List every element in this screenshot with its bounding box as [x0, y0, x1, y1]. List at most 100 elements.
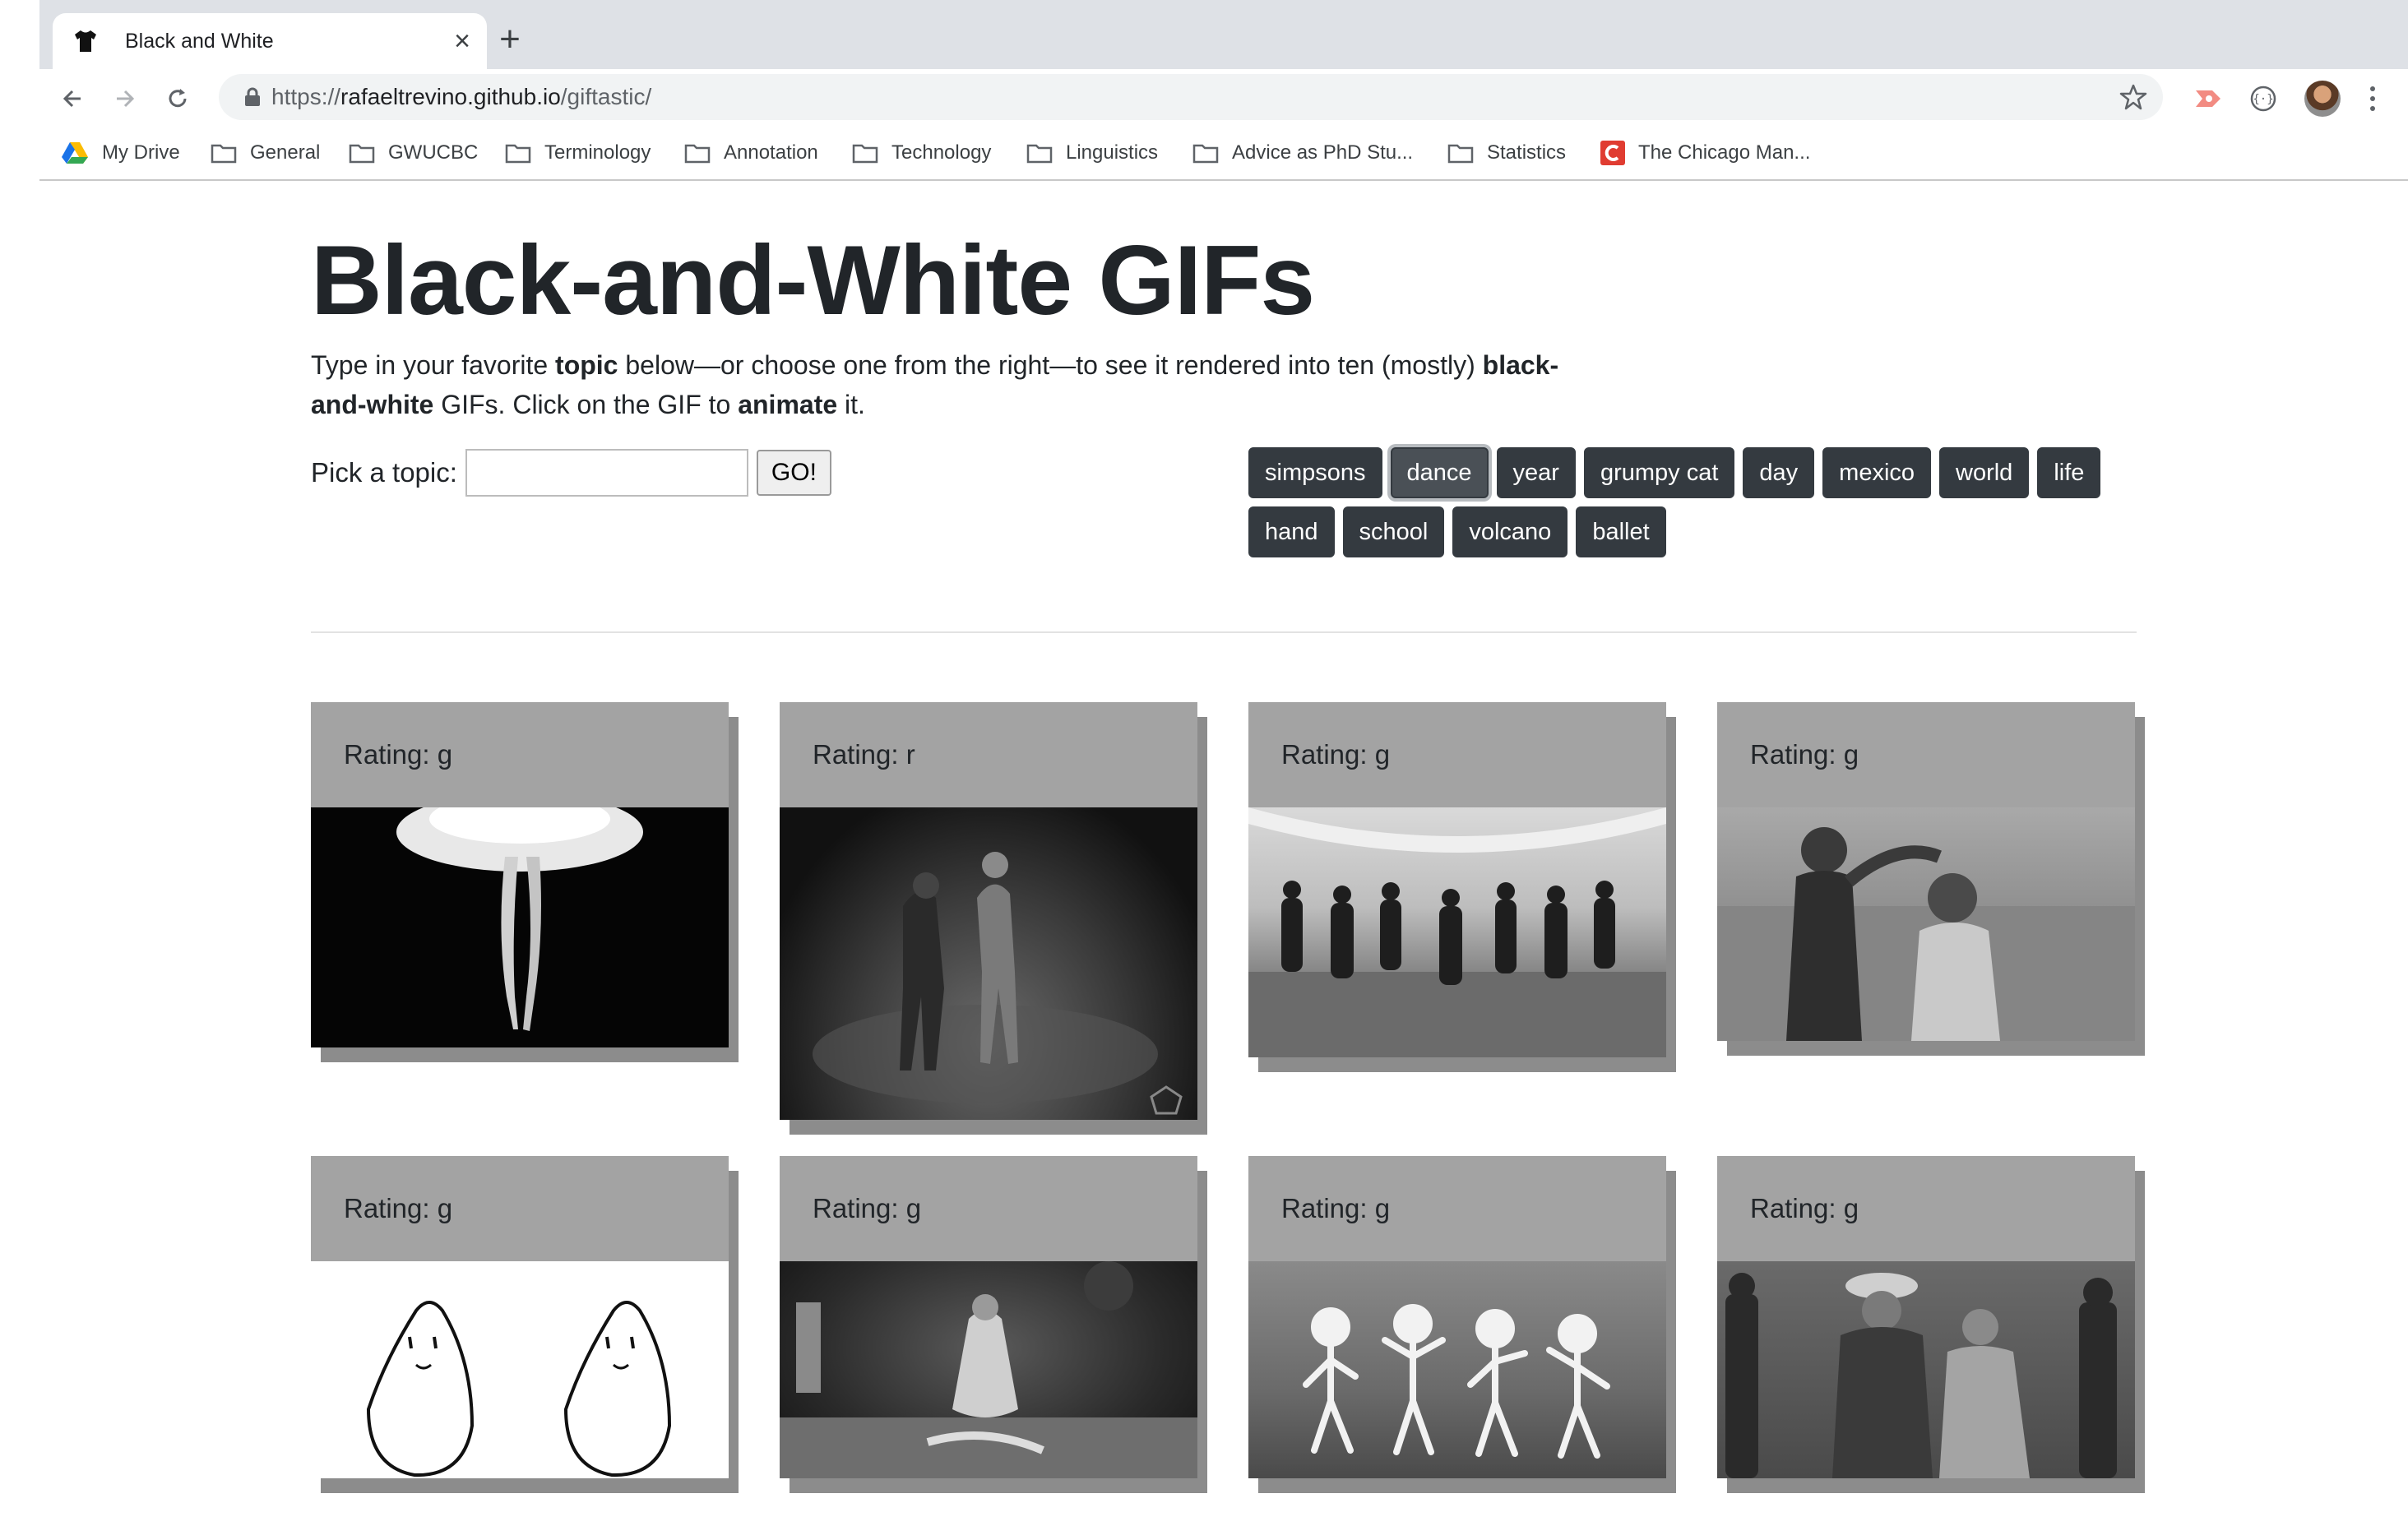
page-title: Black-and-White GIFs [311, 225, 1315, 335]
bookmark-label: My Drive [102, 141, 180, 164]
card-rating: Rating: g [1248, 1156, 1666, 1261]
bookmark-label: Annotation [724, 141, 818, 164]
profile-avatar[interactable] [2304, 81, 2341, 117]
topic-button-grumpy-cat[interactable]: grumpy cat [1583, 447, 1735, 498]
topic-button-year[interactable]: year [1496, 447, 1576, 498]
forward-arrow-icon[interactable] [107, 81, 143, 117]
card-rating: Rating: r [780, 702, 1197, 807]
tab-active[interactable]: Black and White × [53, 13, 487, 69]
url-text: https://rafaeltrevino.github.io/giftasti… [271, 84, 651, 110]
bookmark-folder-technology[interactable]: Technology [852, 136, 991, 169]
bookmark-folder-gwucbc[interactable]: GWUCBC [349, 136, 478, 169]
bookmark-folder-linguistics[interactable]: Linguistics [1026, 136, 1158, 169]
lock-icon [245, 87, 260, 106]
intro-part: GIFs. Click on the GIF to [433, 390, 739, 419]
gif-card[interactable]: Rating: g [1248, 1156, 1666, 1478]
bookmark-folder-general[interactable]: General [211, 136, 320, 169]
topic-button-mexico[interactable]: mexico [1822, 447, 1932, 498]
reload-icon[interactable] [160, 81, 196, 117]
bookmark-folder-annotation[interactable]: Annotation [684, 136, 818, 169]
address-bar[interactable]: https://rafaeltrevino.github.io/giftasti… [219, 74, 2163, 120]
cast-extension-icon[interactable] [2191, 81, 2227, 117]
browser-toolbar: https://rafaeltrevino.github.io/giftasti… [39, 69, 2408, 127]
folder-icon [505, 144, 531, 164]
topic-buttons: simpsons dance year grumpy cat day mexic… [1248, 447, 2120, 557]
new-tab-plus-icon[interactable]: + [490, 21, 530, 61]
card-rating: Rating: g [311, 702, 729, 807]
folder-icon [211, 144, 237, 164]
google-drive-icon [62, 142, 88, 164]
gif-image-old-film-crowd-dance[interactable] [1717, 1261, 2135, 1478]
card-rating: Rating: g [311, 1156, 729, 1261]
gif-card[interactable]: Rating: g [311, 1156, 729, 1478]
chicago-manual-icon [1600, 141, 1625, 165]
folder-icon [1026, 144, 1053, 164]
topic-button-ballet[interactable]: ballet [1576, 506, 1666, 557]
tab-title: Black and White [125, 30, 274, 53]
gif-image-couple-dancing-spotlight[interactable] [780, 807, 1197, 1120]
tshirt-icon [75, 30, 96, 52]
gif-image-flapper-dance-hall[interactable] [1248, 807, 1666, 1057]
topic-button-volcano[interactable]: volcano [1452, 506, 1568, 557]
bookmark-label: General [250, 141, 321, 164]
page-content: Black-and-White GIFs Type in your favori… [39, 181, 2408, 1526]
section-divider [311, 631, 2137, 633]
bookmark-label: Technology [891, 141, 992, 164]
folder-icon [1192, 144, 1219, 164]
pick-topic-label: Pick a topic: [311, 457, 457, 488]
folder-icon [684, 144, 711, 164]
card-rating: Rating: g [780, 1156, 1197, 1261]
gif-image-cartoon-potatoes-dancing[interactable] [311, 1261, 729, 1478]
topic-button-simpsons[interactable]: simpsons [1248, 447, 1382, 498]
close-tab-icon[interactable]: × [446, 25, 479, 58]
gif-card[interactable]: Rating: g [1717, 1156, 2135, 1478]
card-rating: Rating: g [1248, 702, 1666, 807]
bookmark-folder-terminology[interactable]: Terminology [505, 136, 651, 169]
intro-part: below—or choose one from the right—to se… [618, 350, 1483, 380]
more-menu-icon[interactable] [2360, 81, 2385, 117]
gif-image-vintage-stage-dancer[interactable] [780, 1261, 1197, 1478]
gif-image-dancing-skeletons[interactable] [1248, 1261, 1666, 1478]
gif-card[interactable]: Rating: g [780, 1156, 1197, 1478]
intro-text: Type in your favorite topic below—or cho… [311, 345, 1594, 424]
topic-form: Pick a topic: GO! [311, 449, 831, 497]
gif-image-ballet-dancer-legs[interactable] [311, 807, 729, 1047]
bookmark-label: Advice as PhD Stu... [1232, 141, 1414, 164]
gif-card[interactable]: Rating: g [311, 702, 729, 1047]
gif-card[interactable]: Rating: r [780, 702, 1197, 1120]
code-extension-icon[interactable]: {·} [2245, 81, 2281, 117]
bookmark-my-drive[interactable]: My Drive [61, 136, 180, 169]
bookmark-label: GWUCBC [388, 141, 479, 164]
bookmark-chicago-manual[interactable]: The Chicago Man... [1600, 136, 1810, 169]
card-rating: Rating: g [1717, 1156, 2135, 1261]
topic-input[interactable] [465, 449, 748, 497]
bookmark-label: The Chicago Man... [1638, 141, 1811, 164]
svg-text:{·}: {·} [2253, 93, 2273, 106]
back-arrow-icon[interactable] [54, 81, 90, 117]
topic-button-hand[interactable]: hand [1248, 506, 1335, 557]
tab-strip: Black and White × + [39, 0, 2408, 69]
go-button[interactable]: GO! [756, 450, 831, 496]
topic-button-dance[interactable]: dance [1390, 447, 1489, 498]
intro-part: it. [837, 390, 865, 419]
intro-topic-bold: topic [555, 350, 618, 380]
folder-icon [852, 144, 878, 164]
intro-animate-bold: animate [738, 390, 838, 419]
bookmark-star-icon[interactable] [2119, 82, 2148, 112]
gif-card[interactable]: Rating: g [1248, 702, 1666, 1057]
url-path: /giftastic/ [560, 84, 652, 109]
gif-card[interactable]: Rating: g [1717, 702, 2135, 1041]
topic-button-day[interactable]: day [1743, 447, 1815, 498]
bookmark-folder-advice[interactable]: Advice as PhD Stu... [1192, 136, 1413, 169]
folder-icon [1447, 144, 1474, 164]
topic-button-school[interactable]: school [1342, 506, 1445, 557]
browser-chrome: Black and White × + https://rafaeltrevin… [39, 0, 2408, 181]
bookmark-label: Statistics [1487, 141, 1567, 164]
card-rating: Rating: g [1717, 702, 2135, 807]
topic-button-life[interactable]: life [2037, 447, 2101, 498]
gif-image-couple-beach-dance[interactable] [1717, 807, 2135, 1041]
bookmark-label: Linguistics [1066, 141, 1159, 164]
bookmark-folder-statistics[interactable]: Statistics [1447, 136, 1566, 169]
url-host: rafaeltrevino.github.io [340, 84, 561, 109]
topic-button-world[interactable]: world [1939, 447, 2030, 498]
